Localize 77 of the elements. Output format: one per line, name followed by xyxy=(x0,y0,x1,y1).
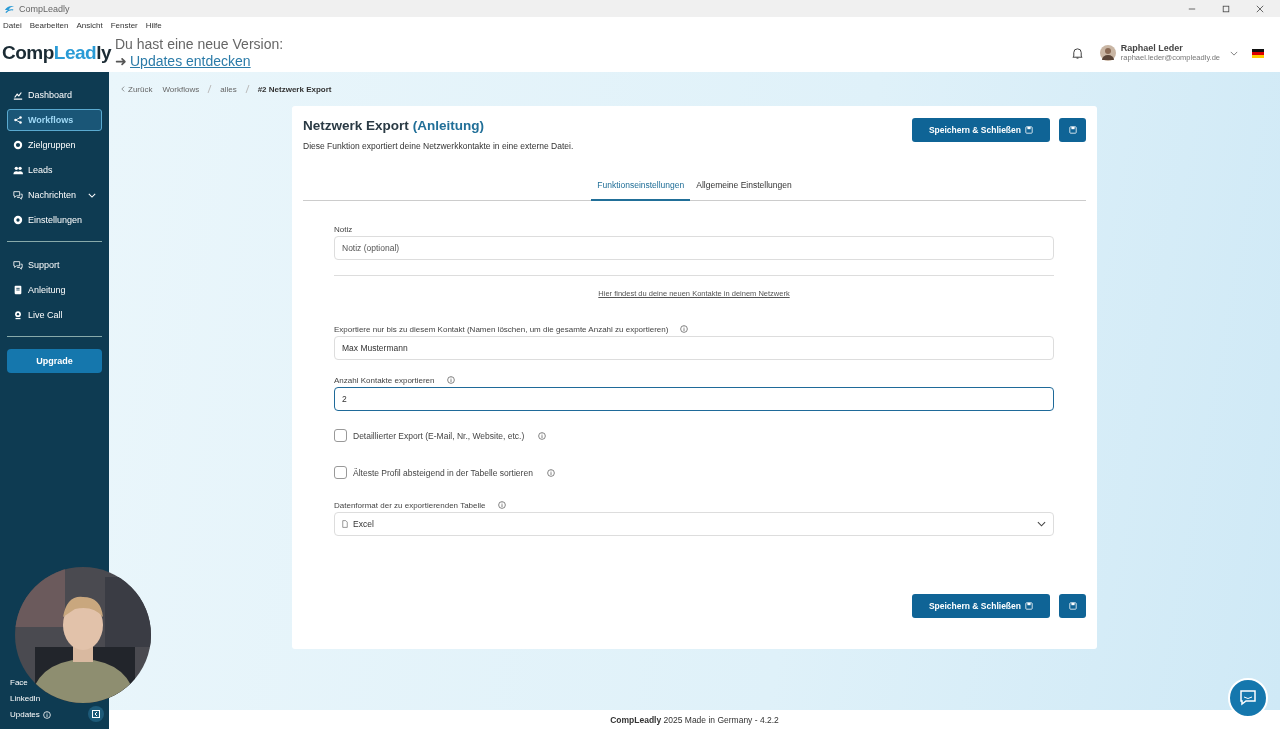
chevron-down-icon xyxy=(88,192,96,198)
arrow-icon: ➜ xyxy=(115,53,127,70)
sidebar-item[interactable]: Live Call xyxy=(7,304,102,326)
sidebar-item[interactable]: Support xyxy=(7,254,102,276)
field-label: Anzahl Kontakte exportieren xyxy=(334,375,435,385)
tab[interactable]: Funktionseinstellungen xyxy=(591,174,691,201)
chevron-down-icon[interactable] xyxy=(1230,50,1238,56)
checkbox-label: Detaillierter Export (E-Mail, Nr., Website, etc.) xyxy=(353,430,525,441)
info-icon xyxy=(43,711,51,719)
window-title: CompLeadly xyxy=(19,3,70,14)
breadcrumb-item[interactable]: #2 Netzwerk Export xyxy=(257,84,332,94)
format-select[interactable]: Excel xyxy=(334,512,1054,536)
guide-link[interactable]: (Anleitung) xyxy=(412,118,484,133)
menu-item-icon xyxy=(13,260,23,270)
sidebar-item[interactable]: Dashboard xyxy=(7,84,102,106)
user-name: Raphael Leder xyxy=(1120,43,1184,53)
sidebar-link[interactable]: LinkedIn xyxy=(10,693,41,705)
input-field[interactable]: Max Mustermann xyxy=(334,336,1054,360)
close-icon[interactable] xyxy=(1256,4,1264,13)
sidebar-item[interactable]: Workflows xyxy=(7,109,102,131)
input-field[interactable]: Notiz (optional) xyxy=(334,236,1054,260)
description: Diese Funktion exportiert deine Netzwerkkontakte in eine externe Datei. xyxy=(303,141,575,151)
menu-item[interactable]: Ansicht xyxy=(76,21,103,30)
tab[interactable]: Allgemeine Einstellungen xyxy=(690,174,798,201)
menu-item-icon xyxy=(13,140,23,150)
updates-link[interactable]: Updates entdecken xyxy=(130,53,251,70)
page-title: Netzwerk Export xyxy=(303,118,409,133)
checkbox[interactable] xyxy=(334,429,347,442)
save-icon xyxy=(1025,126,1033,134)
checkbox-label: Älteste Profil absteigend in der Tabelle sortieren xyxy=(353,467,533,478)
save-icon xyxy=(1068,602,1077,610)
sidebar-item[interactable]: Leads xyxy=(7,159,102,181)
menu-item[interactable]: Hilfe xyxy=(145,21,162,30)
app-logo-icon xyxy=(4,3,15,14)
field-label: Datenformat der zu exportierenden Tabelle xyxy=(334,500,486,510)
save-icon xyxy=(1025,602,1033,610)
chat-icon xyxy=(1238,688,1258,708)
menu-item-icon xyxy=(13,165,23,175)
save-button[interactable] xyxy=(1059,594,1086,618)
footer-text: CompLeadly 2025 Made in Germany - 4.2.2 xyxy=(610,714,779,725)
flag-icon[interactable] xyxy=(1252,48,1264,58)
field-label: Notiz xyxy=(334,224,353,234)
save-close-button[interactable]: Speichern & Schließen xyxy=(911,594,1050,618)
menu-item[interactable]: Datei xyxy=(3,21,22,30)
save-close-button[interactable]: Speichern & Schließen xyxy=(911,118,1050,142)
save-icon xyxy=(1068,126,1077,134)
maximize-icon[interactable] xyxy=(1222,4,1230,13)
sidebar-link[interactable]: Face xyxy=(10,677,28,689)
sidebar-link[interactable]: Updates xyxy=(10,709,40,721)
save-button[interactable] xyxy=(1059,118,1086,142)
collapse-icon[interactable] xyxy=(88,706,104,722)
chevron-left-icon xyxy=(121,86,125,92)
menu-item[interactable]: Bearbeiten xyxy=(29,21,69,30)
sidebar-item[interactable]: Einstellungen xyxy=(7,209,102,231)
checkbox[interactable] xyxy=(334,466,347,479)
update-notice: Du hast eine neue Version: xyxy=(115,36,284,53)
avatar xyxy=(1099,45,1116,61)
upgrade-button[interactable]: Upgrade xyxy=(7,349,102,373)
sidebar-item[interactable]: Nachrichten xyxy=(7,184,102,206)
sidebar-item[interactable]: Anleitung xyxy=(7,279,102,301)
back-link[interactable]: Zurück xyxy=(121,84,153,94)
chat-button[interactable] xyxy=(1228,678,1268,718)
input-field[interactable]: 2 xyxy=(334,387,1054,411)
field-label: Exportiere nur bis zu diesem Kontakt (Namen löschen, um die gesamte Anzahl zu exportieren) xyxy=(334,324,669,334)
menu-item-icon xyxy=(13,310,23,320)
menu-item[interactable]: Fenster xyxy=(110,21,138,30)
menu-item-icon xyxy=(13,90,23,100)
breadcrumb-item[interactable]: Workflows xyxy=(162,84,200,94)
menu-item-icon xyxy=(13,115,23,125)
sidebar-item[interactable]: Zielgruppen xyxy=(7,134,102,156)
breadcrumb-item[interactable]: alles xyxy=(220,84,237,94)
menu-item-icon xyxy=(13,215,23,225)
file-icon xyxy=(342,520,348,528)
menu-item-icon xyxy=(13,190,23,200)
menu-item-icon xyxy=(13,285,23,295)
chevron-down-icon xyxy=(1037,521,1046,527)
bell-icon[interactable] xyxy=(1070,46,1084,60)
